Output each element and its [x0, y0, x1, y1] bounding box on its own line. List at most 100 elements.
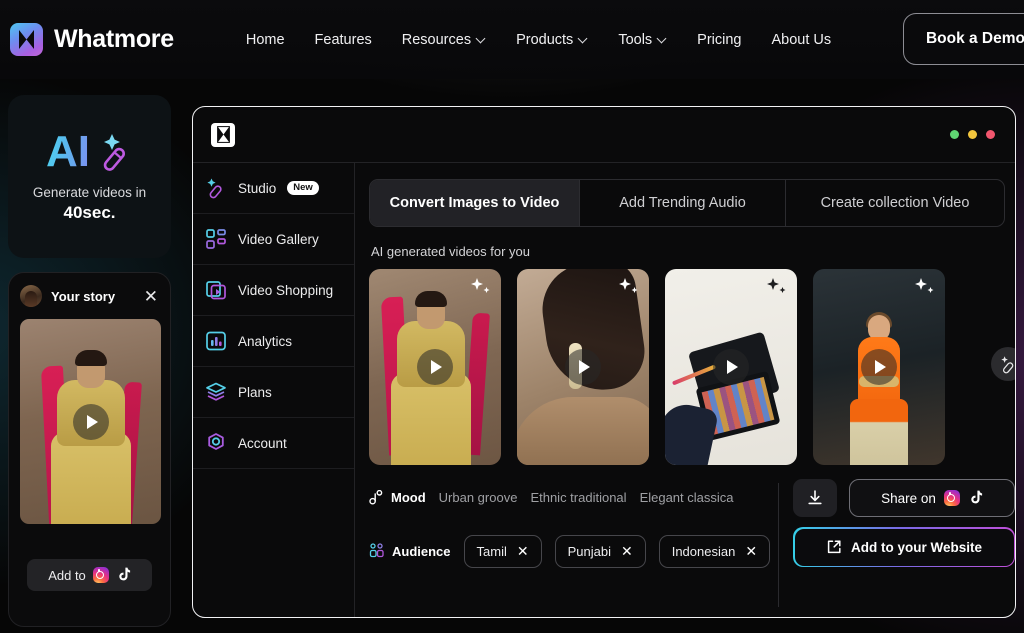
nav-link-label: Products [516, 31, 574, 48]
chevron-down-icon [658, 34, 667, 43]
nav-link-label: Home [245, 31, 285, 48]
magic-wand-icon [1000, 355, 1013, 373]
audience-chip-tamil[interactable]: Tamil ✕ [463, 534, 542, 568]
audience-label: Audience [392, 543, 451, 559]
mood-option-elegant-classical[interactable]: Elegant classica [640, 490, 734, 505]
thumbnail-image [848, 312, 910, 465]
play-icon[interactable] [861, 349, 897, 385]
nav-link-features[interactable]: Features [315, 32, 372, 48]
app-window-titlebar [193, 107, 1015, 163]
brand-logo[interactable]: Whatmore [10, 23, 174, 56]
video-thumbnail-earring[interactable] [517, 269, 649, 465]
maximize-dot[interactable] [968, 130, 977, 139]
sidebar-item-account[interactable]: Account [193, 418, 354, 469]
close-icon[interactable]: ✕ [621, 544, 633, 558]
sidebar-item-analytics[interactable]: Analytics [193, 316, 354, 367]
whatmore-mark-icon [211, 122, 235, 147]
sidebar-item-label: Video Shopping [238, 282, 334, 298]
chip-label: Punjabi [567, 543, 611, 559]
sidebar-item-video-gallery[interactable]: Video Gallery [193, 214, 354, 265]
play-icon[interactable] [417, 349, 453, 385]
section-title: AI generated videos for you [371, 244, 530, 259]
close-icon[interactable]: ✕ [143, 288, 159, 305]
book-demo-button[interactable]: Book a Demo [902, 13, 1024, 65]
audience-group-icon [369, 543, 384, 558]
filters-panel: Mood Urban groove Ethnic traditional Ele… [369, 479, 778, 617]
add-to-website-button[interactable]: Add to your Website [793, 527, 1015, 567]
music-note-icon [369, 489, 383, 505]
window-controls [950, 130, 995, 139]
mood-label-group: Mood [369, 489, 426, 505]
ai-promo-card: AI Generate videos in 40sec. [8, 95, 171, 258]
sparkle-icon [471, 278, 490, 293]
status-badge: New [287, 181, 319, 195]
play-icon[interactable] [72, 403, 109, 440]
close-icon[interactable]: ✕ [517, 544, 529, 558]
nav-link-label: Pricing [697, 31, 742, 48]
tab-convert-images-to-video[interactable]: Convert Images to Video [370, 180, 580, 226]
sidebar-item-studio[interactable]: Studio New [193, 163, 354, 214]
sidebar-item-label: Plans [238, 384, 272, 400]
play-icon[interactable] [565, 349, 601, 385]
sidebar-item-plans[interactable]: Plans [193, 367, 354, 418]
ai-promo-heading: AI [46, 130, 133, 174]
sidebar-item-video-shopping[interactable]: Video Shopping [193, 265, 354, 316]
nav-link-label: Tools [618, 31, 653, 48]
add-to-label: Add to [48, 567, 86, 583]
play-icon[interactable] [713, 349, 749, 385]
sidebar-item-label: Studio [238, 180, 277, 196]
download-icon [808, 490, 822, 505]
sidebar-filler [193, 469, 354, 617]
tab-bar: Convert Images to Video Add Trending Aud… [369, 179, 1005, 227]
close-dot[interactable] [986, 130, 995, 139]
add-to-website-label: Add to your Website [850, 539, 982, 555]
ai-promo-line1: Generate videos in [32, 185, 147, 200]
your-story-card: Your story ✕ Add to [8, 272, 171, 627]
tiktok-icon [116, 567, 131, 583]
tab-create-collection-video[interactable]: Create collection Video [786, 180, 1004, 226]
video-thumbnail-list [369, 269, 1015, 465]
magic-wand-icon [207, 178, 222, 199]
magic-wand-icon [103, 134, 126, 171]
instagram-icon [943, 490, 960, 506]
audience-label-group: Audience [369, 543, 451, 559]
share-on-button[interactable]: Share on [849, 479, 1015, 517]
audience-chip-indonesian[interactable]: Indonesian ✕ [658, 534, 771, 568]
magic-wand-fab-button[interactable] [991, 347, 1015, 381]
chip-label: Indonesian [671, 543, 736, 559]
video-thumbnail-orange-kurta[interactable] [813, 269, 945, 465]
sidebar-item-label: Analytics [238, 333, 293, 349]
mood-row: Mood Urban groove Ethnic traditional Ele… [369, 479, 764, 515]
whatmore-logo-icon [10, 23, 43, 56]
nav-link-label: Features [314, 31, 372, 48]
nav-link-label: About Us [771, 31, 832, 48]
add-to-social-button[interactable]: Add to [27, 559, 152, 591]
nav-link-home[interactable]: Home [246, 32, 285, 48]
nav-link-pricing[interactable]: Pricing [697, 32, 741, 48]
mood-option-urban-groove[interactable]: Urban groove [439, 490, 518, 505]
avatar [20, 285, 42, 307]
nav-links: Home Features Resources Products Tools P… [246, 32, 831, 48]
story-title: Your story [51, 288, 116, 304]
video-thumbnail-bride[interactable] [369, 269, 501, 465]
nav-link-resources[interactable]: Resources [402, 32, 486, 48]
download-button[interactable] [793, 479, 837, 517]
video-play-icon [206, 281, 226, 300]
audience-chip-punjabi[interactable]: Punjabi ✕ [554, 534, 646, 568]
nav-link-tools[interactable]: Tools [618, 32, 667, 48]
minimize-dot[interactable] [950, 130, 959, 139]
tab-add-trending-audio[interactable]: Add Trending Audio [580, 180, 786, 226]
left-column: AI Generate videos in 40sec. Your story … [8, 95, 171, 627]
settings-gear-icon [208, 433, 224, 450]
mood-option-ethnic-traditional[interactable]: Ethnic traditional [530, 490, 626, 505]
app-sidebar: Studio New Video Gallery Video Shopping … [193, 163, 355, 617]
close-icon[interactable]: ✕ [745, 544, 757, 558]
share-row: Share on [793, 479, 1015, 517]
nav-link-products[interactable]: Products [516, 32, 588, 48]
nav-link-about-us[interactable]: About Us [772, 32, 832, 48]
video-thumbnail-makeup-palette[interactable] [665, 269, 797, 465]
story-video-preview[interactable] [20, 319, 161, 524]
external-link-icon [827, 540, 841, 554]
app-main-content: Convert Images to Video Add Trending Aud… [355, 163, 1015, 617]
tab-label: Create collection Video [820, 195, 970, 211]
